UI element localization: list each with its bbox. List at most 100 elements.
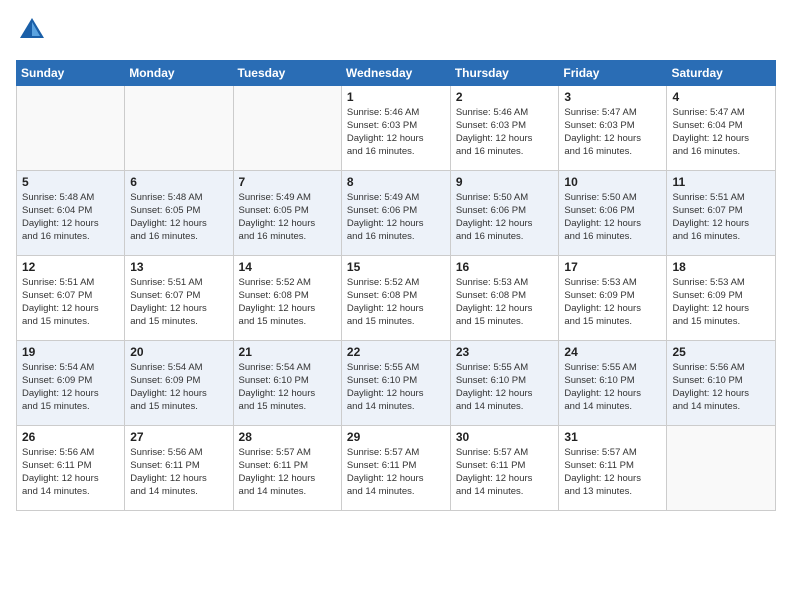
- calendar-cell: 7 Sunrise: 5:49 AM Sunset: 6:05 PM Daylig…: [233, 170, 341, 255]
- calendar-cell: 12 Sunrise: 5:51 AM Sunset: 6:07 PM Dayli…: [17, 255, 125, 340]
- day-info: Sunrise: 5:53 AM Sunset: 6:08 PM Dayligh…: [456, 276, 554, 329]
- calendar-cell: 19 Sunrise: 5:54 AM Sunset: 6:09 PM Dayli…: [17, 340, 125, 425]
- calendar-cell: 22 Sunrise: 5:55 AM Sunset: 6:10 PM Dayli…: [341, 340, 450, 425]
- day-info: Sunrise: 5:53 AM Sunset: 6:09 PM Dayligh…: [672, 276, 770, 329]
- day-info: Sunrise: 5:57 AM Sunset: 6:11 PM Dayligh…: [456, 446, 554, 499]
- day-number: 22: [347, 345, 445, 359]
- day-number: 31: [564, 430, 661, 444]
- calendar-cell: 13 Sunrise: 5:51 AM Sunset: 6:07 PM Dayli…: [125, 255, 233, 340]
- calendar-cell: 30 Sunrise: 5:57 AM Sunset: 6:11 PM Dayli…: [450, 425, 559, 510]
- day-info: Sunrise: 5:56 AM Sunset: 6:11 PM Dayligh…: [130, 446, 227, 499]
- day-info: Sunrise: 5:57 AM Sunset: 6:11 PM Dayligh…: [239, 446, 336, 499]
- weekday-header-tuesday: Tuesday: [233, 60, 341, 85]
- weekday-header-thursday: Thursday: [450, 60, 559, 85]
- calendar-cell: [233, 85, 341, 170]
- week-row-2: 5 Sunrise: 5:48 AM Sunset: 6:04 PM Daylig…: [17, 170, 776, 255]
- day-info: Sunrise: 5:47 AM Sunset: 6:03 PM Dayligh…: [564, 106, 661, 159]
- day-number: 29: [347, 430, 445, 444]
- calendar-cell: 28 Sunrise: 5:57 AM Sunset: 6:11 PM Dayli…: [233, 425, 341, 510]
- day-info: Sunrise: 5:56 AM Sunset: 6:11 PM Dayligh…: [22, 446, 119, 499]
- day-number: 6: [130, 175, 227, 189]
- calendar-table: SundayMondayTuesdayWednesdayThursdayFrid…: [16, 60, 776, 511]
- day-number: 24: [564, 345, 661, 359]
- day-info: Sunrise: 5:54 AM Sunset: 6:09 PM Dayligh…: [22, 361, 119, 414]
- day-number: 27: [130, 430, 227, 444]
- day-info: Sunrise: 5:50 AM Sunset: 6:06 PM Dayligh…: [564, 191, 661, 244]
- day-info: Sunrise: 5:47 AM Sunset: 6:04 PM Dayligh…: [672, 106, 770, 159]
- day-info: Sunrise: 5:55 AM Sunset: 6:10 PM Dayligh…: [347, 361, 445, 414]
- logo: [16, 16, 46, 50]
- day-number: 25: [672, 345, 770, 359]
- day-info: Sunrise: 5:51 AM Sunset: 6:07 PM Dayligh…: [22, 276, 119, 329]
- day-number: 4: [672, 90, 770, 104]
- logo-icon: [18, 16, 46, 44]
- calendar-cell: 27 Sunrise: 5:56 AM Sunset: 6:11 PM Dayli…: [125, 425, 233, 510]
- calendar-cell: 25 Sunrise: 5:56 AM Sunset: 6:10 PM Dayli…: [667, 340, 776, 425]
- calendar-cell: 29 Sunrise: 5:57 AM Sunset: 6:11 PM Dayli…: [341, 425, 450, 510]
- day-number: 5: [22, 175, 119, 189]
- day-number: 1: [347, 90, 445, 104]
- day-number: 15: [347, 260, 445, 274]
- day-number: 28: [239, 430, 336, 444]
- calendar-cell: 14Sunrise: 5:52 AM Sunset: 6:08 PM Dayli…: [233, 255, 341, 340]
- calendar-cell: [667, 425, 776, 510]
- day-number: 20: [130, 345, 227, 359]
- day-info: Sunrise: 5:57 AM Sunset: 6:11 PM Dayligh…: [347, 446, 445, 499]
- calendar-cell: 10 Sunrise: 5:50 AM Sunset: 6:06 PM Dayli…: [559, 170, 667, 255]
- calendar-cell: 16Sunrise: 5:53 AM Sunset: 6:08 PM Dayli…: [450, 255, 559, 340]
- day-info: Sunrise: 5:49 AM Sunset: 6:06 PM Dayligh…: [347, 191, 445, 244]
- week-row-5: 26 Sunrise: 5:56 AM Sunset: 6:11 PM Dayli…: [17, 425, 776, 510]
- calendar-cell: 15 Sunrise: 5:52 AM Sunset: 6:08 PM Dayli…: [341, 255, 450, 340]
- day-info: Sunrise: 5:49 AM Sunset: 6:05 PM Dayligh…: [239, 191, 336, 244]
- day-info: Sunrise: 5:55 AM Sunset: 6:10 PM Dayligh…: [564, 361, 661, 414]
- day-number: 13: [130, 260, 227, 274]
- calendar-cell: 20 Sunrise: 5:54 AM Sunset: 6:09 PM Dayli…: [125, 340, 233, 425]
- day-number: 3: [564, 90, 661, 104]
- day-number: 23: [456, 345, 554, 359]
- day-info: Sunrise: 5:50 AM Sunset: 6:06 PM Dayligh…: [456, 191, 554, 244]
- day-number: 12: [22, 260, 119, 274]
- calendar-cell: 2 Sunrise: 5:46 AM Sunset: 6:03 PM Daylig…: [450, 85, 559, 170]
- day-number: 30: [456, 430, 554, 444]
- day-info: Sunrise: 5:52 AM Sunset: 6:08 PM Dayligh…: [239, 276, 336, 329]
- week-row-4: 19 Sunrise: 5:54 AM Sunset: 6:09 PM Dayli…: [17, 340, 776, 425]
- weekday-header-sunday: Sunday: [17, 60, 125, 85]
- day-number: 10: [564, 175, 661, 189]
- day-info: Sunrise: 5:54 AM Sunset: 6:10 PM Dayligh…: [239, 361, 336, 414]
- day-info: Sunrise: 5:51 AM Sunset: 6:07 PM Dayligh…: [672, 191, 770, 244]
- calendar-cell: 26 Sunrise: 5:56 AM Sunset: 6:11 PM Dayli…: [17, 425, 125, 510]
- weekday-header-friday: Friday: [559, 60, 667, 85]
- calendar-cell: 18Sunrise: 5:53 AM Sunset: 6:09 PM Dayli…: [667, 255, 776, 340]
- day-number: 26: [22, 430, 119, 444]
- calendar-cell: 5 Sunrise: 5:48 AM Sunset: 6:04 PM Daylig…: [17, 170, 125, 255]
- calendar-cell: 21Sunrise: 5:54 AM Sunset: 6:10 PM Dayli…: [233, 340, 341, 425]
- calendar-cell: 9 Sunrise: 5:50 AM Sunset: 6:06 PM Daylig…: [450, 170, 559, 255]
- calendar-cell: 23 Sunrise: 5:55 AM Sunset: 6:10 PM Dayli…: [450, 340, 559, 425]
- day-info: Sunrise: 5:46 AM Sunset: 6:03 PM Dayligh…: [456, 106, 554, 159]
- day-number: 2: [456, 90, 554, 104]
- calendar-cell: 31 Sunrise: 5:57 AM Sunset: 6:11 PM Dayli…: [559, 425, 667, 510]
- day-number: 9: [456, 175, 554, 189]
- calendar-cell: 1Sunrise: 5:46 AM Sunset: 6:03 PM Daylig…: [341, 85, 450, 170]
- day-info: Sunrise: 5:57 AM Sunset: 6:11 PM Dayligh…: [564, 446, 661, 499]
- day-number: 8: [347, 175, 445, 189]
- week-row-3: 12 Sunrise: 5:51 AM Sunset: 6:07 PM Dayli…: [17, 255, 776, 340]
- week-row-1: 1 Sunrise: 5:46 AM Sunset: 6:03 PM Daylig…: [17, 85, 776, 170]
- day-number: 17: [564, 260, 661, 274]
- calendar-cell: [17, 85, 125, 170]
- day-info: Sunrise: 5:48 AM Sunset: 6:05 PM Dayligh…: [130, 191, 227, 244]
- day-number: 7: [239, 175, 336, 189]
- day-number: 19: [22, 345, 119, 359]
- calendar-cell: 6 Sunrise: 5:48 AM Sunset: 6:05 PM Daylig…: [125, 170, 233, 255]
- day-info: Sunrise: 5:55 AM Sunset: 6:10 PM Dayligh…: [456, 361, 554, 414]
- day-info: Sunrise: 5:52 AM Sunset: 6:08 PM Dayligh…: [347, 276, 445, 329]
- day-info: Sunrise: 5:56 AM Sunset: 6:10 PM Dayligh…: [672, 361, 770, 414]
- day-info: Sunrise: 5:48 AM Sunset: 6:04 PM Dayligh…: [22, 191, 119, 244]
- weekday-header-wednesday: Wednesday: [341, 60, 450, 85]
- day-info: Sunrise: 5:54 AM Sunset: 6:09 PM Dayligh…: [130, 361, 227, 414]
- page-header: [16, 16, 776, 50]
- day-info: Sunrise: 5:51 AM Sunset: 6:07 PM Dayligh…: [130, 276, 227, 329]
- weekday-header-monday: Monday: [125, 60, 233, 85]
- day-number: 11: [672, 175, 770, 189]
- calendar-cell: 3 Sunrise: 5:47 AM Sunset: 6:03 PM Daylig…: [559, 85, 667, 170]
